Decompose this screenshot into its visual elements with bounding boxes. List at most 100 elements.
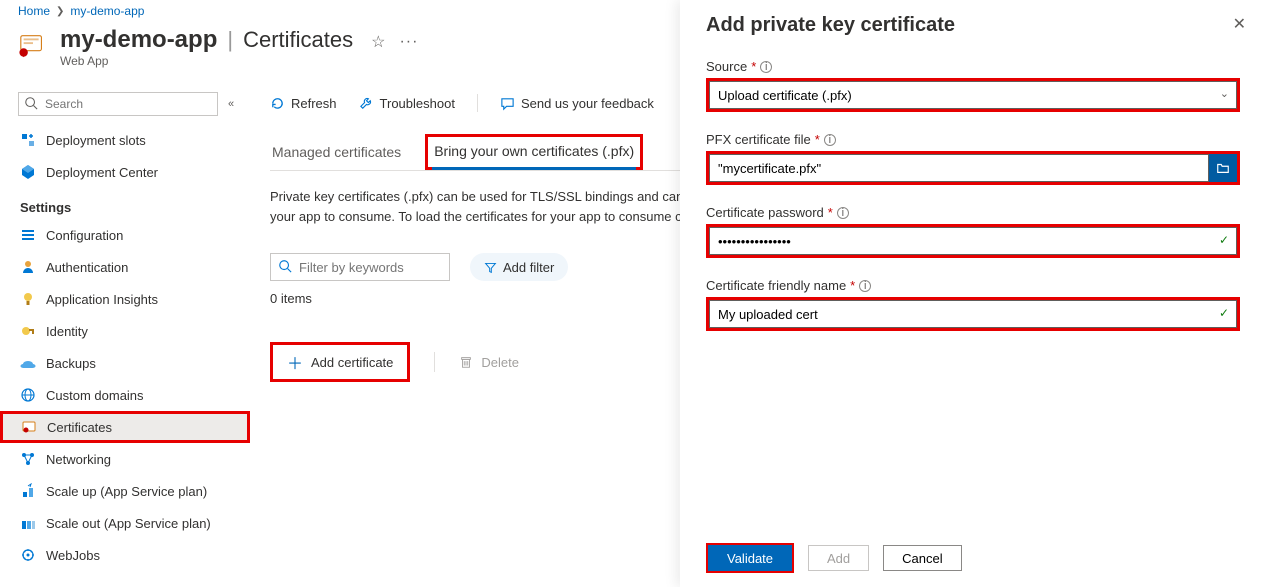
close-icon[interactable]: ✕ xyxy=(1233,14,1246,34)
breadcrumb-home[interactable]: Home xyxy=(18,4,50,18)
feedback-button[interactable]: Send us your feedback xyxy=(500,96,654,111)
delete-label: Delete xyxy=(481,355,519,370)
sidebar-item-backups[interactable]: Backups xyxy=(18,347,250,379)
pfx-file-input[interactable] xyxy=(709,154,1209,182)
sidebar: « Deployment slots Deployment Center Set… xyxy=(0,86,250,587)
sidebar-section-settings: Settings xyxy=(20,200,250,215)
info-icon[interactable]: i xyxy=(859,280,871,292)
add-certificate-button[interactable]: ＋ Add certificate xyxy=(275,347,405,377)
sidebar-item-application-insights[interactable]: Application Insights xyxy=(18,283,250,315)
troubleshoot-button[interactable]: Troubleshoot xyxy=(359,96,455,111)
required-asterisk: * xyxy=(850,278,855,293)
collapse-sidebar-icon[interactable]: « xyxy=(228,98,234,110)
tab-label: Bring your own certificates (.pfx) xyxy=(434,143,634,159)
sidebar-item-label: Networking xyxy=(46,452,111,467)
sidebar-item-networking[interactable]: Networking xyxy=(18,443,250,475)
resource-type-label: Web App xyxy=(60,54,418,68)
page-title-app: my-demo-app xyxy=(60,26,217,54)
tab-managed-certificates[interactable]: Managed certificates xyxy=(270,138,403,170)
refresh-icon xyxy=(270,96,285,111)
search-icon xyxy=(24,96,38,110)
sidebar-item-label: Authentication xyxy=(46,260,128,275)
sidebar-item-scale-out[interactable]: Scale out (App Service plan) xyxy=(18,507,250,539)
checkmark-icon: ✓ xyxy=(1219,306,1229,320)
sidebar-item-certificates[interactable]: Certificates xyxy=(0,411,250,443)
source-label: Source * i xyxy=(706,59,1240,74)
checkmark-icon: ✓ xyxy=(1219,233,1229,247)
chevron-right-icon: ❯ xyxy=(56,6,64,17)
sidebar-item-label: Deployment slots xyxy=(46,133,146,148)
filter-icon xyxy=(484,261,497,274)
password-label-text: Certificate password xyxy=(706,205,824,220)
sidebar-item-deployment-slots[interactable]: Deployment slots xyxy=(18,124,250,156)
source-select[interactable]: Upload certificate (.pfx) xyxy=(709,81,1237,109)
sidebar-item-label: Scale up (App Service plan) xyxy=(46,484,207,499)
scale-up-icon xyxy=(20,483,36,499)
refresh-button[interactable]: Refresh xyxy=(270,96,337,111)
friendly-name-label: Certificate friendly name * i xyxy=(706,278,1240,293)
cert-resource-icon xyxy=(18,30,48,60)
page-title-section: Certificates xyxy=(243,27,353,53)
insights-icon xyxy=(20,291,36,307)
feedback-icon xyxy=(500,96,515,111)
configuration-icon xyxy=(20,227,36,243)
sidebar-item-label: Scale out (App Service plan) xyxy=(46,516,211,531)
authentication-icon xyxy=(20,259,36,275)
pfx-file-label-text: PFX certificate file xyxy=(706,132,811,147)
sidebar-item-authentication[interactable]: Authentication xyxy=(18,251,250,283)
delete-button: Delete xyxy=(459,355,519,370)
sidebar-item-custom-domains[interactable]: Custom domains xyxy=(18,379,250,411)
toolbar-divider xyxy=(477,94,478,112)
networking-icon xyxy=(20,451,36,467)
required-asterisk: * xyxy=(815,132,820,147)
sidebar-search-input[interactable] xyxy=(18,92,218,116)
sidebar-item-label: Configuration xyxy=(46,228,123,243)
sidebar-item-identity[interactable]: Identity xyxy=(18,315,250,347)
sidebar-item-label: Identity xyxy=(46,324,88,339)
troubleshoot-label: Troubleshoot xyxy=(380,96,455,111)
sidebar-item-deployment-center[interactable]: Deployment Center xyxy=(18,156,250,188)
password-input[interactable] xyxy=(709,227,1237,255)
validate-button[interactable]: Validate xyxy=(708,545,792,571)
add-filter-button[interactable]: Add filter xyxy=(470,253,568,281)
friendly-name-label-text: Certificate friendly name xyxy=(706,278,846,293)
webjobs-icon xyxy=(20,547,36,563)
tab-bring-your-own-certs[interactable]: Bring your own certificates (.pfx) xyxy=(425,134,643,170)
favorite-star-icon[interactable]: ☆ xyxy=(371,32,385,52)
info-icon[interactable]: i xyxy=(824,134,836,146)
title-separator: | xyxy=(227,27,233,53)
breadcrumb-app[interactable]: my-demo-app xyxy=(70,4,144,18)
certificates-icon xyxy=(21,419,37,435)
cancel-button[interactable]: Cancel xyxy=(883,545,961,571)
validate-highlight: Validate xyxy=(706,543,794,573)
info-icon[interactable]: i xyxy=(837,207,849,219)
scale-out-icon xyxy=(20,515,36,531)
sidebar-item-label: Deployment Center xyxy=(46,165,158,180)
more-actions-icon[interactable]: ··· xyxy=(399,33,418,51)
sidebar-item-webjobs[interactable]: WebJobs xyxy=(18,539,250,571)
deployment-center-icon xyxy=(20,164,36,180)
sidebar-item-configuration[interactable]: Configuration xyxy=(18,219,250,251)
sidebar-item-label: WebJobs xyxy=(46,548,100,563)
filter-keywords-input[interactable] xyxy=(270,253,450,281)
filter-input-wrap xyxy=(270,253,450,281)
pfx-file-label: PFX certificate file * i xyxy=(706,132,1240,147)
feedback-label: Send us your feedback xyxy=(521,96,654,111)
sidebar-item-scale-up[interactable]: Scale up (App Service plan) xyxy=(18,475,250,507)
action-divider xyxy=(434,352,435,372)
friendly-name-input[interactable] xyxy=(709,300,1237,328)
refresh-label: Refresh xyxy=(291,96,337,111)
browse-file-button[interactable] xyxy=(1209,154,1237,182)
identity-icon xyxy=(20,323,36,339)
add-button: Add xyxy=(808,545,869,571)
sidebar-item-label: Certificates xyxy=(47,420,112,435)
source-label-text: Source xyxy=(706,59,747,74)
add-certificate-label: Add certificate xyxy=(311,355,393,370)
info-icon[interactable]: i xyxy=(760,61,772,73)
backups-icon xyxy=(20,355,36,371)
add-filter-label: Add filter xyxy=(503,260,554,275)
sidebar-item-label: Custom domains xyxy=(46,388,144,403)
folder-icon xyxy=(1216,161,1230,175)
add-certificate-panel: Add private key certificate ✕ Source * i… xyxy=(680,0,1266,587)
required-asterisk: * xyxy=(828,205,833,220)
